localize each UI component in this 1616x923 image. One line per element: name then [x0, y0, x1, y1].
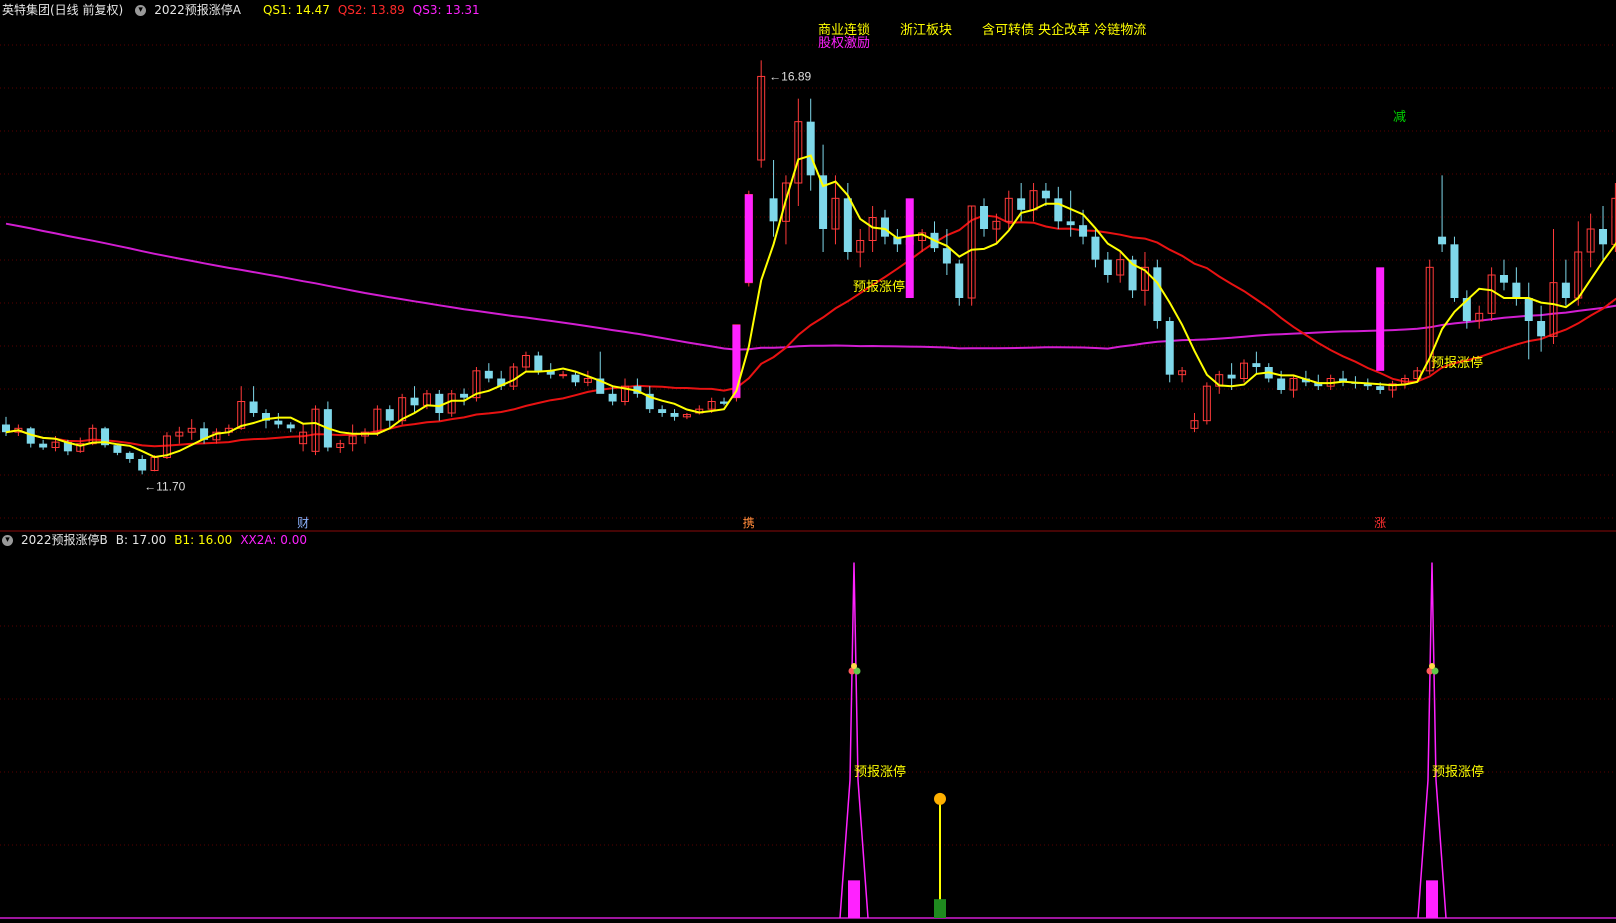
candle-body — [980, 206, 989, 229]
candle-body — [410, 397, 419, 406]
candle-body — [1252, 363, 1261, 367]
candle-body — [608, 393, 617, 402]
candle-body — [385, 409, 394, 421]
green-stem-bar — [934, 899, 946, 918]
candle-body — [39, 443, 48, 448]
signal-bar — [905, 198, 914, 298]
signal-spike — [839, 562, 869, 919]
candle-body — [138, 459, 147, 471]
candle-body — [1376, 386, 1385, 390]
ma-short-line — [5, 154, 1616, 459]
candle-body — [1512, 282, 1521, 298]
candle-body — [460, 393, 469, 398]
event-marker: 财 — [297, 516, 309, 530]
signal-dot — [1429, 663, 1435, 669]
low-price-label: ←11.70 — [144, 479, 185, 493]
candle-body — [1438, 236, 1447, 245]
candle-body — [670, 413, 679, 417]
candle-body — [249, 401, 258, 413]
candle-body — [806, 121, 815, 176]
candle-body — [1165, 321, 1174, 375]
candle-body — [113, 445, 122, 453]
candle-body — [1091, 236, 1100, 260]
candle-body — [769, 198, 778, 222]
yellow-stem-dot — [934, 792, 946, 805]
candle-body — [1561, 282, 1570, 298]
candle-body — [484, 370, 493, 379]
candle-body — [1054, 198, 1063, 222]
candle-body — [1103, 259, 1112, 275]
signal-bar — [744, 194, 753, 283]
event-marker: 涨 — [1374, 515, 1386, 530]
candle-body — [942, 248, 951, 264]
candle-body — [274, 420, 283, 425]
signal-bar — [1376, 267, 1385, 371]
candle-body — [1079, 225, 1088, 237]
stock-chart[interactable]: ←16.89←11.70商业连锁股权激励浙江板块 含可转债 央企改革 冷链物流预报… — [0, 0, 1616, 923]
ma-long-line — [5, 222, 1616, 351]
event-marker: 携 — [743, 515, 755, 530]
candle-body — [1066, 221, 1075, 226]
candle-body — [1017, 198, 1026, 210]
overlay-label: 浙江板块 — [900, 23, 952, 38]
candle-body — [880, 217, 889, 237]
overlay-label: 预报涨停 — [1431, 355, 1483, 371]
candle-body — [559, 374, 568, 377]
signal-bar — [732, 324, 741, 398]
candle-body — [658, 409, 667, 413]
candle-body — [1227, 374, 1236, 379]
signal-label: 预报涨停 — [1432, 764, 1484, 780]
candle-body — [1041, 190, 1050, 199]
candle-body — [843, 198, 852, 252]
signal-label: 预报涨停 — [854, 764, 906, 780]
signal-spike — [1417, 562, 1447, 919]
overlay-label: 预报涨停 — [853, 279, 905, 295]
candle-body — [1599, 229, 1608, 245]
candle-body — [1537, 321, 1546, 337]
signal-spike-bar — [848, 880, 860, 918]
candle-body — [1524, 298, 1533, 321]
signal-spike-bar — [1426, 880, 1438, 918]
overlay-label: 含可转债 央企改革 冷链物流 — [982, 22, 1146, 38]
candle-body — [571, 374, 580, 383]
candle-body — [1499, 275, 1508, 283]
signal-dot — [851, 663, 857, 669]
high-price-label: ←16.89 — [769, 69, 811, 83]
candle-body — [819, 175, 828, 229]
candle-body — [1450, 244, 1459, 298]
overlay-label: 股权激励 — [818, 35, 870, 51]
candle-body — [125, 452, 134, 459]
overlay-label: 减 — [1393, 110, 1406, 125]
candle-body — [1277, 378, 1286, 390]
candle-body — [1153, 267, 1162, 321]
candle-body — [286, 424, 295, 429]
candle-body — [435, 393, 444, 413]
candle-body — [955, 263, 964, 298]
candle-body — [534, 355, 543, 371]
